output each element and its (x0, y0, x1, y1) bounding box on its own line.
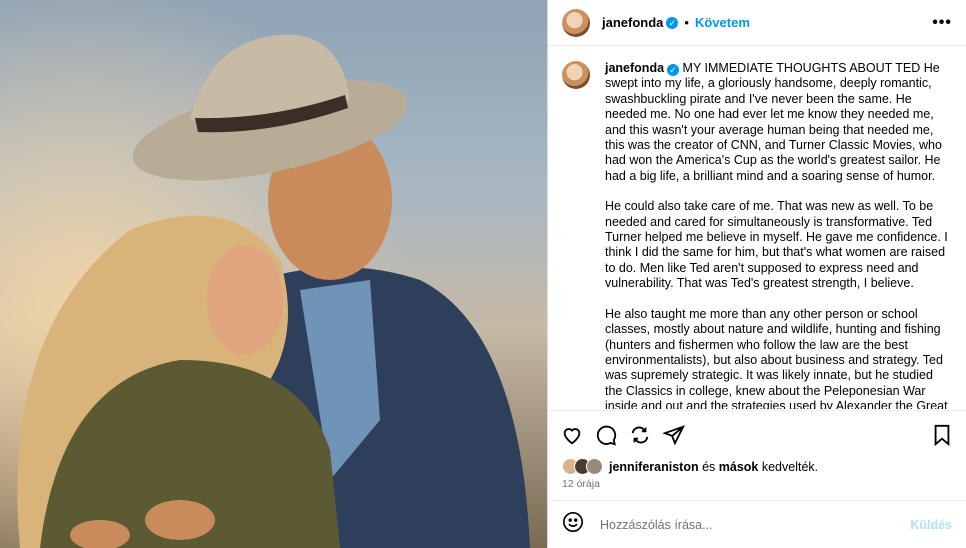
post-viewer: janefonda ✓ • Követem ••• janefonda ✓ MY … (0, 0, 966, 548)
caption-text: janefonda ✓ MY IMMEDIATE THOUGHTS ABOUT T… (605, 61, 948, 409)
avatar[interactable] (562, 8, 590, 37)
comment-icon[interactable] (594, 423, 618, 447)
heart-icon[interactable] (560, 423, 584, 447)
liker-avatars[interactable] (562, 458, 603, 475)
post-photo (0, 0, 547, 548)
comment-bar: Küldés (548, 500, 966, 548)
post-timestamp[interactable]: 12 órája (562, 478, 600, 490)
caption-paragraph-3: He also taught me more than any other pe… (605, 306, 948, 409)
caption-row: janefonda ✓ MY IMMEDIATE THOUGHTS ABOUT T… (562, 61, 948, 409)
caption-paragraph-2: He could also take care of me. That was … (605, 199, 948, 291)
post-header: janefonda ✓ • Követem ••• (548, 0, 966, 46)
send-icon[interactable] (662, 423, 686, 447)
caption-username[interactable]: janefonda (605, 61, 664, 75)
likes-suffix: kedvelték. (761, 459, 819, 474)
follow-button[interactable]: Követem (695, 15, 750, 30)
likes-others[interactable]: mások (719, 460, 759, 474)
author-username[interactable]: janefonda (602, 15, 663, 30)
avatar[interactable] (562, 61, 590, 89)
more-options-icon[interactable]: ••• (932, 14, 952, 32)
likes-summary: jenniferaniston és mások kedvelték. (562, 458, 818, 475)
action-bar (548, 410, 966, 458)
verified-badge-icon: ✓ (666, 16, 679, 29)
emoji-icon[interactable] (562, 511, 584, 538)
separator-dot: • (684, 15, 689, 30)
caption-paragraph-1: MY IMMEDIATE THOUGHTS ABOUT TED He swept… (605, 61, 942, 183)
share-icon[interactable] (628, 423, 652, 447)
post-side-panel: janefonda ✓ • Követem ••• janefonda ✓ MY … (547, 0, 966, 548)
verified-badge-icon: ✓ (667, 64, 680, 76)
send-comment-button[interactable]: Küldés (910, 518, 952, 532)
photo-illustration (0, 0, 547, 548)
comment-input[interactable] (598, 516, 911, 533)
bookmark-icon[interactable] (930, 423, 954, 447)
caption-area[interactable]: janefonda ✓ MY IMMEDIATE THOUGHTS ABOUT T… (548, 47, 966, 409)
likes-and: és (702, 459, 716, 474)
liker-username[interactable]: jenniferaniston (609, 460, 699, 474)
